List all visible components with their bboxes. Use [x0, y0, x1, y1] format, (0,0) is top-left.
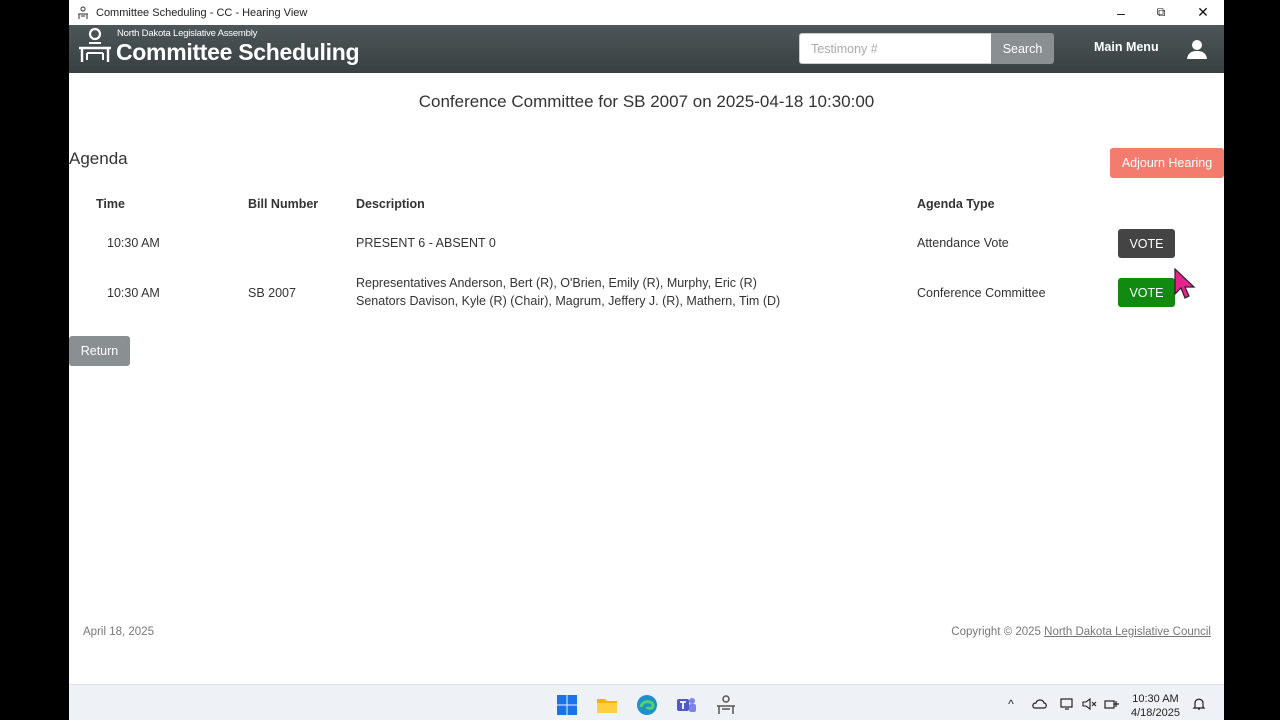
- adjourn-hearing-button[interactable]: Adjourn Hearing: [1110, 148, 1224, 178]
- edge-browser-icon[interactable]: [636, 694, 658, 716]
- column-header-bill-number: Bill Number: [248, 197, 319, 211]
- app-logo-icon: [76, 5, 90, 20]
- notifications-icon[interactable]: [1191, 696, 1207, 712]
- app-header: North Dakota Legislative Assembly Commit…: [69, 25, 1224, 73]
- legislative-council-link[interactable]: North Dakota Legislative Council: [1044, 626, 1211, 638]
- return-button[interactable]: Return: [69, 336, 130, 366]
- org-name: North Dakota Legislative Assembly: [117, 28, 258, 39]
- windows-taskbar: ^ 10:30 AM 4/18/2025: [69, 684, 1224, 720]
- volume-muted-icon[interactable]: [1081, 696, 1097, 712]
- app-window: Committee Scheduling - CC - Hearing View…: [69, 0, 1224, 720]
- display-icon[interactable]: [1059, 696, 1075, 712]
- legislature-logo-icon: [79, 27, 111, 62]
- taskbar-clock[interactable]: 10:30 AM 4/18/2025: [1131, 692, 1180, 720]
- committee-app-icon[interactable]: [715, 694, 737, 716]
- file-explorer-icon[interactable]: [596, 694, 618, 716]
- row-description-line-2: Senators Davison, Kyle (R) (Chair), Magr…: [356, 294, 781, 308]
- search-button[interactable]: Search: [991, 33, 1054, 64]
- row-bill-number: SB 2007: [248, 286, 296, 300]
- main-menu-link[interactable]: Main Menu: [1094, 40, 1159, 54]
- agenda-heading: Agenda: [69, 149, 128, 168]
- column-header-time: Time: [96, 197, 125, 211]
- page-title: Conference Committee for SB 2007 on 2025…: [418, 92, 875, 111]
- minimize-button[interactable]: –: [1101, 0, 1141, 25]
- row-time: 10:30 AM: [107, 236, 160, 250]
- close-button[interactable]: ✕: [1183, 0, 1223, 25]
- row-agenda-type: Conference Committee: [917, 286, 1046, 300]
- row-time: 10:30 AM: [107, 286, 160, 300]
- row-description: PRESENT 6 - ABSENT 0: [356, 236, 496, 250]
- network-icon[interactable]: [1104, 696, 1120, 712]
- cloud-icon[interactable]: [1032, 696, 1048, 712]
- window-title: Committee Scheduling - CC - Hearing View: [96, 6, 308, 19]
- show-hidden-icons-icon[interactable]: ^: [1003, 696, 1019, 712]
- committee-vote-button[interactable]: VOTE: [1118, 278, 1175, 307]
- column-header-description: Description: [356, 197, 425, 211]
- title-bar: Committee Scheduling - CC - Hearing View: [69, 0, 1224, 25]
- windows-start-icon[interactable]: [556, 694, 578, 716]
- teams-icon[interactable]: [675, 694, 697, 716]
- clock-time: 10:30 AM: [1132, 693, 1179, 705]
- restore-button[interactable]: ⧉: [1141, 0, 1181, 25]
- footer-date: April 18, 2025: [83, 626, 154, 638]
- row-agenda-type: Attendance Vote: [917, 236, 1009, 250]
- footer-copyright: Copyright © 2025 North Dakota Legislativ…: [951, 626, 1211, 638]
- user-icon[interactable]: [1186, 38, 1208, 60]
- clock-date: 4/18/2025: [1131, 707, 1180, 719]
- copyright-text: Copyright © 2025: [951, 626, 1041, 638]
- app-title: Committee Scheduling: [116, 39, 360, 65]
- testimony-search-input[interactable]: [799, 33, 991, 64]
- mouse-pointer-icon: [1174, 268, 1196, 299]
- column-header-agenda-type: Agenda Type: [917, 197, 995, 211]
- attendance-vote-button[interactable]: VOTE: [1118, 229, 1175, 258]
- row-description-line-1: Representatives Anderson, Bert (R), O'Br…: [356, 276, 757, 290]
